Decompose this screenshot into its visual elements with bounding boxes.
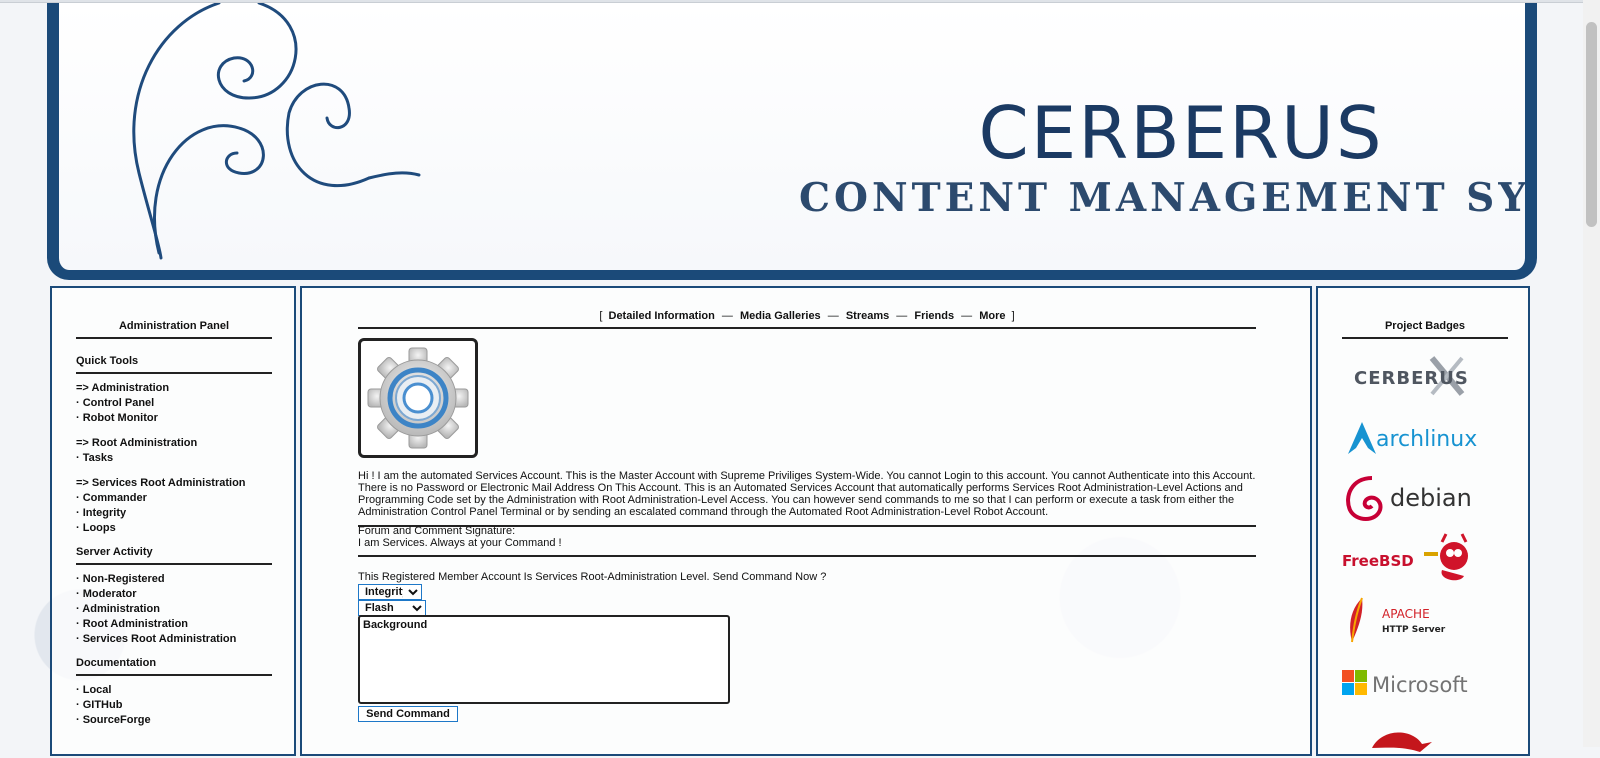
- gear-icon: [367, 347, 469, 449]
- archlinux-badge-text: archlinux: [1376, 427, 1477, 452]
- signature-text: I am Services. Always at your Command !: [358, 537, 562, 549]
- microsoft-logo-icon: [1342, 670, 1367, 695]
- tab-media-galleries[interactable]: Media Galleries: [740, 310, 821, 322]
- mascot-icon: [1372, 732, 1432, 752]
- profile-signature: Forum and Comment Signature: I am Servic…: [358, 525, 1256, 557]
- left-sidebar: Administration Panel Quick Tools => Admi…: [50, 286, 296, 756]
- server-activity-list: · Non-Registered · Moderator · Administr…: [76, 572, 272, 647]
- activity-non-registered[interactable]: · Non-Registered: [76, 572, 272, 587]
- right-sidebar: Project Badges CERBERUS archlinux debian…: [1316, 286, 1530, 756]
- debian-swirl-icon: [1346, 476, 1383, 521]
- activity-moderator[interactable]: · Moderator: [76, 587, 272, 602]
- doc-local[interactable]: · Local: [76, 683, 272, 698]
- nav-administration[interactable]: => Administration: [76, 381, 272, 396]
- banner-subtitle: CONTENT MANAGEMENT SYSTEM: [799, 175, 1531, 221]
- nav-loops[interactable]: · Loops: [76, 521, 272, 536]
- admin-panel-heading: Administration Panel: [76, 320, 272, 339]
- activity-root-administration[interactable]: · Root Administration: [76, 617, 272, 632]
- page-scrollbar[interactable]: [1583, 0, 1600, 747]
- scrollbar-thumb[interactable]: [1586, 22, 1597, 227]
- quick-tools-title: Quick Tools: [76, 355, 272, 374]
- debian-badge[interactable]: debian: [1342, 472, 1508, 524]
- nav-robot-monitor[interactable]: · Robot Monitor: [76, 411, 272, 426]
- microsoft-badge-text: Microsoft: [1372, 673, 1468, 697]
- apache-badge[interactable]: APACHE HTTP Server: [1342, 596, 1508, 646]
- site-banner: CERBERUS CONTENT MANAGEMENT SYSTEM: [47, 3, 1537, 280]
- doc-sourceforge[interactable]: · SourceForge: [76, 713, 272, 728]
- command-textarea[interactable]: Background: [358, 615, 730, 704]
- activity-services-root-administration[interactable]: · Services Root Administration: [76, 632, 272, 647]
- documentation-list: · Local · GITHub · SourceForge: [76, 683, 272, 728]
- nav-services-root-administration[interactable]: => Services Root Administration: [76, 476, 272, 491]
- nav-root-administration[interactable]: => Root Administration: [76, 436, 272, 451]
- beastie-icon: [1424, 533, 1468, 581]
- command-prompt: This Registered Member Account Is Servic…: [358, 571, 827, 583]
- debian-badge-text: debian: [1390, 484, 1472, 512]
- apache-badge-subtitle: HTTP Server: [1382, 625, 1446, 635]
- activity-administration[interactable]: · Administration: [76, 602, 272, 617]
- banner-title: CERBERUS: [978, 91, 1384, 175]
- signature-label: Forum and Comment Signature:: [358, 525, 516, 537]
- archlinux-badge[interactable]: archlinux: [1342, 418, 1508, 458]
- tab-friends[interactable]: Friends: [914, 310, 954, 322]
- nav-control-panel[interactable]: · Control Panel: [76, 396, 272, 411]
- nav-tasks[interactable]: · Tasks: [76, 451, 272, 466]
- documentation-title: Documentation: [76, 657, 272, 676]
- nav-commander[interactable]: · Commander: [76, 491, 272, 506]
- quick-tools-list: => Administration · Control Panel · Robo…: [76, 381, 272, 536]
- gnu-hurd-badge[interactable]: [1342, 718, 1508, 758]
- profile-main: [ Detailed Information — Media Galleries…: [300, 286, 1312, 756]
- swirl-ornament-icon: [132, 3, 421, 260]
- cerberus-badge-text: CERBERUS: [1354, 368, 1469, 389]
- apache-badge-title: APACHE: [1382, 607, 1430, 621]
- profile-tabs: [ Detailed Information — Media Galleries…: [358, 310, 1256, 329]
- server-activity-title: Server Activity: [76, 546, 272, 565]
- tab-detailed-information[interactable]: Detailed Information: [609, 310, 715, 322]
- cerberus-badge[interactable]: CERBERUS: [1342, 354, 1508, 400]
- freebsd-badge-text: FreeBSD: [1342, 552, 1414, 570]
- project-badges-heading: Project Badges: [1342, 320, 1508, 339]
- microsoft-badge[interactable]: Microsoft: [1342, 664, 1508, 704]
- tab-streams[interactable]: Streams: [846, 310, 889, 322]
- profile-bio: Hi ! I am the automated Services Account…: [358, 470, 1256, 527]
- tab-more[interactable]: More: [979, 310, 1005, 322]
- arch-triangle-icon: [1348, 422, 1376, 454]
- command-type-select[interactable]: Flash: [358, 600, 426, 616]
- send-command-button[interactable]: Send Command: [358, 706, 458, 722]
- doc-github[interactable]: · GITHub: [76, 698, 272, 713]
- freebsd-badge[interactable]: FreeBSD: [1342, 532, 1508, 588]
- nav-integrity[interactable]: · Integrity: [76, 506, 272, 521]
- command-target-select[interactable]: Integrity: [358, 584, 422, 600]
- avatar: [358, 338, 478, 458]
